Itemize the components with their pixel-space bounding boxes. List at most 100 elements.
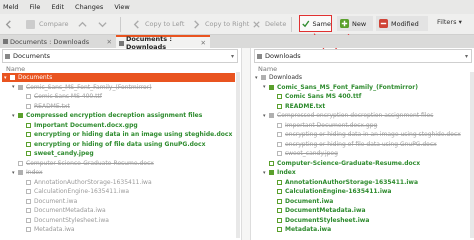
right-tree-row[interactable]: Comic Sans MS 400.ttf [253,92,469,101]
left-tree-row[interactable]: Computer-Science-Graduate-Resume.docx [2,159,235,168]
right-tree-row-label: DocumentMetadata.iwa [285,207,366,214]
file-icon [277,217,282,223]
right-tree-row[interactable]: Computer-Science-Graduate-Resume.docx [253,159,469,168]
left-tree-row[interactable]: Comic Sans MS 400.ttf [2,92,235,101]
left-tree-row[interactable]: ▾ Index [2,168,235,177]
next-change-button[interactable] [98,17,111,31]
folder-icon [269,84,274,90]
left-tree-row[interactable]: DocumentMetadata.iwa [2,206,235,215]
right-tree-row[interactable]: AnnotationAuthorStorage-1635411.iwa [253,178,469,187]
right-scrollbar[interactable] [470,72,474,238]
left-tree-row[interactable]: sweet_candy.jpeg [2,149,235,158]
file-icon [277,179,282,185]
expander-arrow-icon[interactable]: ▾ [12,170,17,176]
file-icon [26,103,31,109]
right-column-header[interactable]: Name [258,65,277,73]
delete-button[interactable]: Delete [252,17,286,31]
left-tree-row-label: sweet_candy.jpeg [34,150,94,157]
right-tree-row[interactable]: ▾ Index [253,168,469,177]
left-tree-row[interactable]: AnnotationAuthorStorage-1635411.iwa [2,178,235,187]
left-tree-row-label: AnnotationAuthorStorage-1635411.iwa [34,178,152,186]
folder-icon [261,75,266,80]
expander-arrow-icon[interactable]: ▾ [12,84,17,90]
left-tree-row-label: Comic Sans MS 400.ttf [34,93,102,100]
expander-arrow-icon[interactable]: ▾ [12,113,17,119]
right-tree-row[interactable]: Important Document.docx.gpg [253,121,469,130]
copy-to-right-button[interactable]: Copy to Right [192,17,249,31]
left-tree-row[interactable]: Metadata.iwa [2,225,235,234]
modified-icon [379,19,388,28]
close-icon[interactable]: ✕ [201,39,206,47]
left-tree-row[interactable]: DocumentStylesheet.iwa [2,216,235,225]
left-tree-row[interactable]: Important Document.docx.gpg [2,121,235,130]
compare-button[interactable]: Compare [26,17,69,31]
close-icon[interactable]: ✕ [107,38,112,46]
right-tree-row-label: Index [277,169,296,176]
left-scrollbar[interactable] [236,72,240,238]
expander-arrow-icon[interactable]: ▾ [255,75,260,81]
file-icon [18,160,23,166]
menu-edit[interactable]: Edit [51,3,64,11]
right-path-selector[interactable]: Downloads ▾ [254,49,472,63]
tab-bar: Documents : Downloads ✕ Documents : Down… [0,35,474,51]
folder-icon [18,170,23,175]
same-filter-toggle[interactable]: Same [299,15,332,32]
delete-label: Delete [265,20,287,28]
folder-icon [269,113,274,118]
expander-arrow-icon[interactable]: ▾ [263,84,268,90]
file-icon [26,94,31,99]
menu-view[interactable]: View [114,3,129,11]
file-icon [277,227,282,232]
menu-file[interactable]: File [30,3,41,11]
diff-gutter [241,48,251,240]
menu-meld[interactable]: Meld [3,3,19,11]
copy-to-left-button[interactable]: Copy to Left [132,17,184,31]
menu-changes[interactable]: Changes [75,3,103,11]
modified-filter-toggle[interactable]: Modified [376,16,428,31]
left-tree-row[interactable]: ▾ Comic_Sans_MS_Font_Family_(Fontmirror) [2,83,235,92]
right-tree-row[interactable]: ▾ Downloads [253,73,469,82]
left-tree-row[interactable]: ▾ Compressed encryption decreption assign… [2,111,235,120]
left-tree-row-label: encrypting or hiding data in an image us… [34,131,233,138]
folder-icon [18,84,23,90]
right-tree-row-label: sweet_candy.jpeg [285,150,338,157]
left-tree-row[interactable]: README.txt [2,102,235,111]
filters-dropdown[interactable]: Filters ▾ [437,18,462,26]
tab-documents-downloads-2[interactable]: Documents : Downloads ✕ [116,35,210,51]
left-tree-row[interactable]: Document.iwa [2,197,235,206]
left-tree-row[interactable]: encrypting or hiding of file data using … [2,140,235,149]
previous-change-button[interactable] [78,17,91,31]
left-tree-row-label: Compressed encryption decreption assignm… [26,112,203,119]
file-icon [26,151,31,156]
right-tree-row[interactable]: encrypting or hiding of file data using … [253,140,469,149]
right-tree-row[interactable]: Metadata.iwa [253,225,469,234]
right-tree-row[interactable]: README.txt [253,102,469,111]
left-path-selector[interactable]: Documents ▾ [2,49,238,63]
expander-arrow-icon[interactable]: ▾ [4,75,9,81]
right-tree-row[interactable]: Document.iwa [253,197,469,206]
right-tree-row[interactable]: ▾ Compressed encryption decreption assign… [253,111,469,120]
file-icon [26,141,31,147]
new-label: New [352,19,367,28]
left-tree-row[interactable]: ▾ Documents [2,73,235,82]
expander-arrow-icon[interactable]: ▾ [263,170,268,176]
right-tree-row-label: Comic Sans MS 400.ttf [285,93,362,100]
file-icon [26,122,31,128]
right-tree-row[interactable]: ▾ Comic_Sans_MS_Font_Family_(Fontmirror) [253,83,469,92]
right-tree-row[interactable]: sweet_candy.jpeg [253,149,469,158]
left-column-header[interactable]: Name [6,65,25,73]
arrow-left-icon [133,19,139,29]
right-tree-row[interactable]: encrypting or hiding data in an image us… [253,130,469,139]
back-button[interactable] [4,17,17,31]
right-tree-row-label: Downloads [269,74,302,81]
expander-arrow-icon[interactable]: ▾ [263,113,268,119]
right-tree-row[interactable]: CalculationEngine-1635411.iwa [253,187,469,196]
left-tree-row[interactable]: encrypting or hiding data in an image us… [2,130,235,139]
new-filter-toggle[interactable]: New [337,16,373,31]
tab-documents-downloads-1[interactable]: Documents : Downloads ✕ [0,35,116,48]
right-tree-row[interactable]: DocumentMetadata.iwa [253,206,469,215]
arrow-left-icon [5,19,11,29]
right-tree-row[interactable]: DocumentStylesheet.iwa [253,216,469,225]
left-tree-row-label: DocumentStylesheet.iwa [34,216,109,224]
left-tree-row[interactable]: CalculationEngine-1635411.iwa [2,187,235,196]
